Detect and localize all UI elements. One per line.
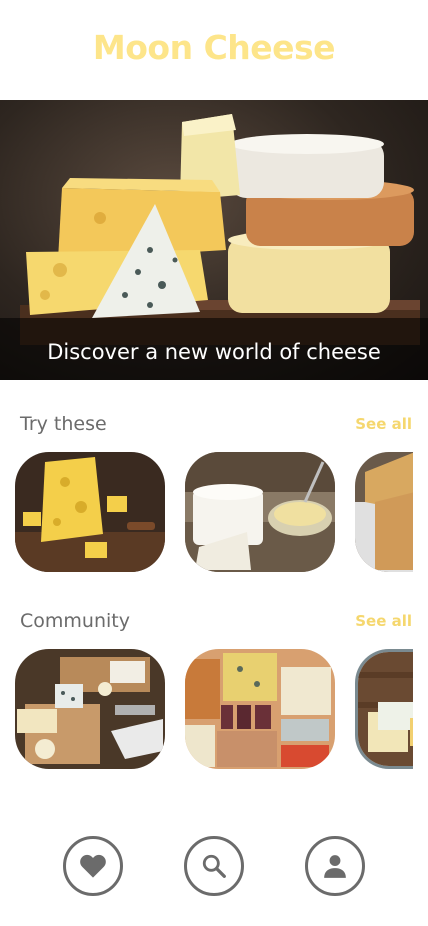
community-card[interactable]	[355, 649, 413, 769]
cheese-card-image	[185, 452, 335, 572]
try-these-carousel[interactable]	[15, 452, 413, 572]
cheese-card-image	[355, 452, 413, 572]
section-header-try-these: Try these See all	[20, 413, 412, 435]
community-card[interactable]	[15, 649, 165, 769]
app-title: Moon Cheese	[92, 28, 336, 67]
search-button[interactable]	[184, 836, 244, 896]
community-card-image	[185, 649, 335, 769]
community-card-image	[15, 649, 165, 769]
see-all-try-these-link[interactable]: See all	[355, 415, 412, 433]
section-title-try-these: Try these	[20, 413, 107, 435]
profile-button[interactable]	[305, 836, 365, 896]
favorites-button[interactable]	[63, 836, 123, 896]
cheese-card[interactable]	[15, 452, 165, 572]
cheese-card[interactable]	[355, 452, 413, 572]
see-all-community-link[interactable]: See all	[355, 612, 412, 630]
section-header-community: Community See all	[20, 610, 412, 632]
cheese-card[interactable]	[185, 452, 335, 572]
community-card[interactable]	[185, 649, 335, 769]
search-icon	[202, 854, 226, 878]
community-carousel[interactable]	[15, 649, 413, 769]
community-card-image	[358, 652, 413, 766]
cheese-card-image	[15, 452, 165, 572]
person-icon	[324, 855, 346, 878]
hero-banner[interactable]: Discover a new world of cheese	[0, 100, 428, 380]
heart-icon	[80, 854, 106, 878]
section-title-community: Community	[20, 610, 130, 632]
bottom-nav	[0, 836, 428, 896]
hero-caption: Discover a new world of cheese	[47, 340, 381, 364]
